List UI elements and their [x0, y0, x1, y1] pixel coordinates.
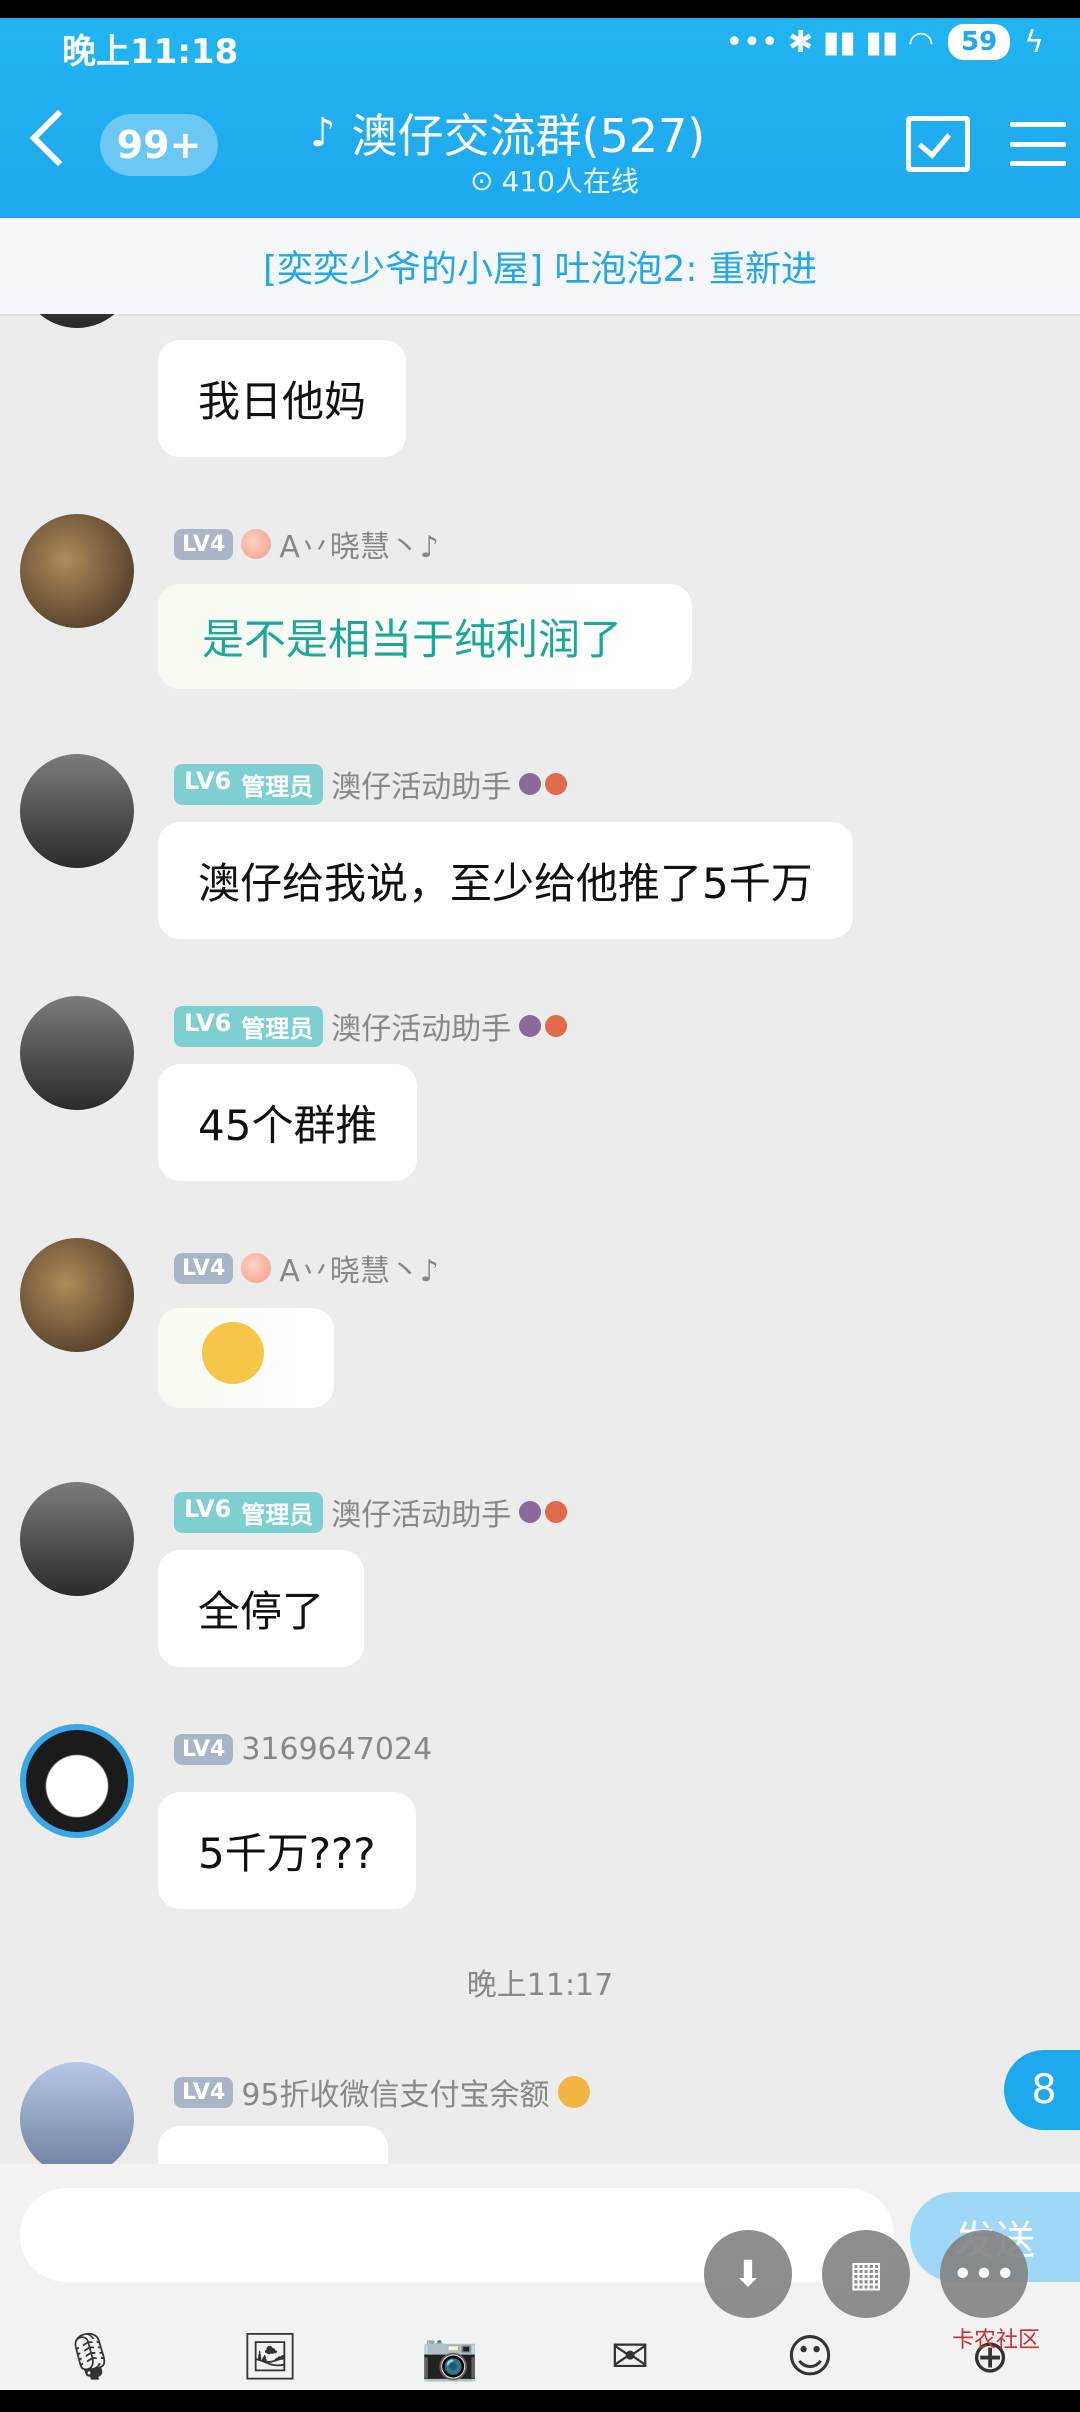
chat-list[interactable]: 我日他妈 LV4 A丷晓慧丶♪ 是不是相当于纯利润了 LV6 管理员 澳仔活动助手… — [0, 314, 1080, 2164]
level-badge: LV4 — [174, 2076, 234, 2108]
level-badge: LV6 管理员 — [174, 1491, 324, 1533]
role-text: 管理员 — [241, 1014, 314, 1043]
calendar-check-icon[interactable] — [906, 116, 970, 172]
level-badge: LV4 — [174, 1252, 234, 1284]
smile-badge-icon — [557, 2076, 590, 2108]
peach-icon — [241, 1253, 272, 1283]
level-text: LV6 — [184, 766, 232, 795]
avatar[interactable] — [20, 1724, 134, 1838]
sender-name[interactable]: A丷晓慧丶♪ — [279, 522, 439, 566]
avatar[interactable] — [20, 996, 134, 1110]
sender-meta: LV6 管理员 澳仔活动助手 — [174, 1490, 568, 1534]
time-divider: 晚上11:17 — [466, 1968, 614, 2003]
avatar[interactable] — [20, 2062, 134, 2164]
avatar[interactable] — [20, 514, 134, 628]
message-bubble[interactable]: 5千万??? — [158, 1792, 416, 1909]
online-count: ⊙ 410人在线 — [470, 160, 639, 200]
sender-meta: LV4 3169647024 — [174, 1732, 432, 1767]
sender-name[interactable]: A丷晓慧丶♪ — [279, 1246, 439, 1290]
battery-icon: 59 — [948, 24, 1011, 60]
sender-meta: LV6 管理员 澳仔活动助手 — [174, 762, 568, 806]
decoration-icons — [519, 773, 568, 795]
role-text: 管理员 — [241, 1500, 314, 1529]
more-icon[interactable]: ••• — [940, 2230, 1028, 2318]
level-badge: LV4 — [174, 528, 234, 560]
camera-icon[interactable]: 📷 — [417, 2323, 483, 2389]
image-icon[interactable]: 🖼 — [237, 2323, 303, 2389]
sender-name[interactable]: 澳仔活动助手 — [331, 1490, 511, 1534]
sender-name[interactable]: 3169647024 — [241, 1732, 432, 1767]
bottom-edge — [0, 2390, 1080, 2412]
charging-icon: ϟ — [1024, 24, 1044, 60]
decoration-icons — [519, 1015, 568, 1037]
watermark-text: 卡农社区 — [951, 2328, 1040, 2353]
ear-icon: ♪ — [310, 110, 336, 156]
back-arrow-icon[interactable] — [29, 109, 87, 167]
sender-meta: LV6 管理员 澳仔活动助手 — [174, 1004, 568, 1048]
avatar[interactable] — [20, 314, 134, 328]
group-title[interactable]: ♪ 澳仔交流群(527) — [310, 100, 705, 166]
red-packet-icon[interactable]: ✉ — [597, 2323, 663, 2389]
level-badge: LV4 — [174, 1734, 234, 1765]
signal-icons: ••• ✱ ▮▮ ▮▮ ◠ — [725, 24, 935, 60]
sender-meta: LV4 A丷晓慧丶♪ — [174, 1246, 439, 1290]
avatar[interactable] — [20, 1238, 134, 1352]
peach-icon — [241, 529, 272, 559]
online-icon: ⊙ — [470, 163, 494, 197]
emoji-bubble[interactable] — [158, 1308, 334, 1408]
group-title-text: 澳仔交流群(527) — [351, 109, 706, 163]
top-edge — [0, 0, 1080, 18]
sender-name[interactable]: 澳仔活动助手 — [331, 762, 511, 806]
level-text: LV6 — [184, 1494, 232, 1523]
level-badge: LV6 管理员 — [174, 763, 324, 805]
status-time: 晚上11:18 — [62, 32, 239, 72]
grid-icon[interactable]: ▦ — [822, 2230, 910, 2318]
status-icons: ••• ✱ ▮▮ ▮▮ ◠ 59 ϟ — [725, 24, 1044, 60]
sender-meta: LV4 95折收微信支付宝余额 — [174, 2070, 590, 2114]
message-bubble[interactable]: 澳仔给我说，至少给他推了5千万 — [158, 822, 853, 939]
microphone-icon[interactable]: 🎙 — [57, 2323, 123, 2389]
sender-name[interactable]: 澳仔活动助手 — [331, 1004, 511, 1048]
emoji-icon[interactable]: ☺ — [777, 2323, 843, 2389]
input-bar: 发送 — [0, 2164, 1080, 2314]
message-bubble[interactable]: 45个群推 — [158, 1064, 418, 1181]
message-bubble[interactable]: 全停了 — [158, 1550, 365, 1667]
confused-face-icon — [202, 1322, 264, 1384]
message-bubble[interactable]: 是不是相当于纯利润了 — [158, 584, 693, 689]
level-badge: LV6 管理员 — [174, 1005, 324, 1047]
decoration-icons — [519, 1501, 568, 1523]
avatar[interactable] — [20, 1482, 134, 1596]
message-bubble[interactable]: 我日他妈 — [158, 340, 407, 457]
level-text: LV6 — [184, 1008, 232, 1037]
role-text: 管理员 — [241, 772, 314, 801]
chat-header: 晚上11:18 ••• ✱ ▮▮ ▮▮ ◠ 59 ϟ 99+ ♪ 澳仔交流群(5… — [0, 18, 1080, 218]
sender-name[interactable]: 95折收微信支付宝余额 — [241, 2070, 549, 2114]
unread-count-badge[interactable]: 99+ — [100, 114, 218, 176]
sender-meta: LV4 A丷晓慧丶♪ — [174, 522, 439, 566]
message-bubble[interactable] — [158, 2126, 388, 2164]
new-messages-badge[interactable]: 8 — [1004, 2050, 1080, 2130]
avatar[interactable] — [20, 754, 134, 868]
download-icon[interactable]: ⬇ — [704, 2230, 792, 2318]
menu-icon[interactable] — [1010, 122, 1066, 166]
online-count-text: 410人在线 — [501, 165, 639, 198]
announcement-bar[interactable]: [奕奕少爷的小屋] 吐泡泡2: 重新进 — [0, 218, 1080, 316]
